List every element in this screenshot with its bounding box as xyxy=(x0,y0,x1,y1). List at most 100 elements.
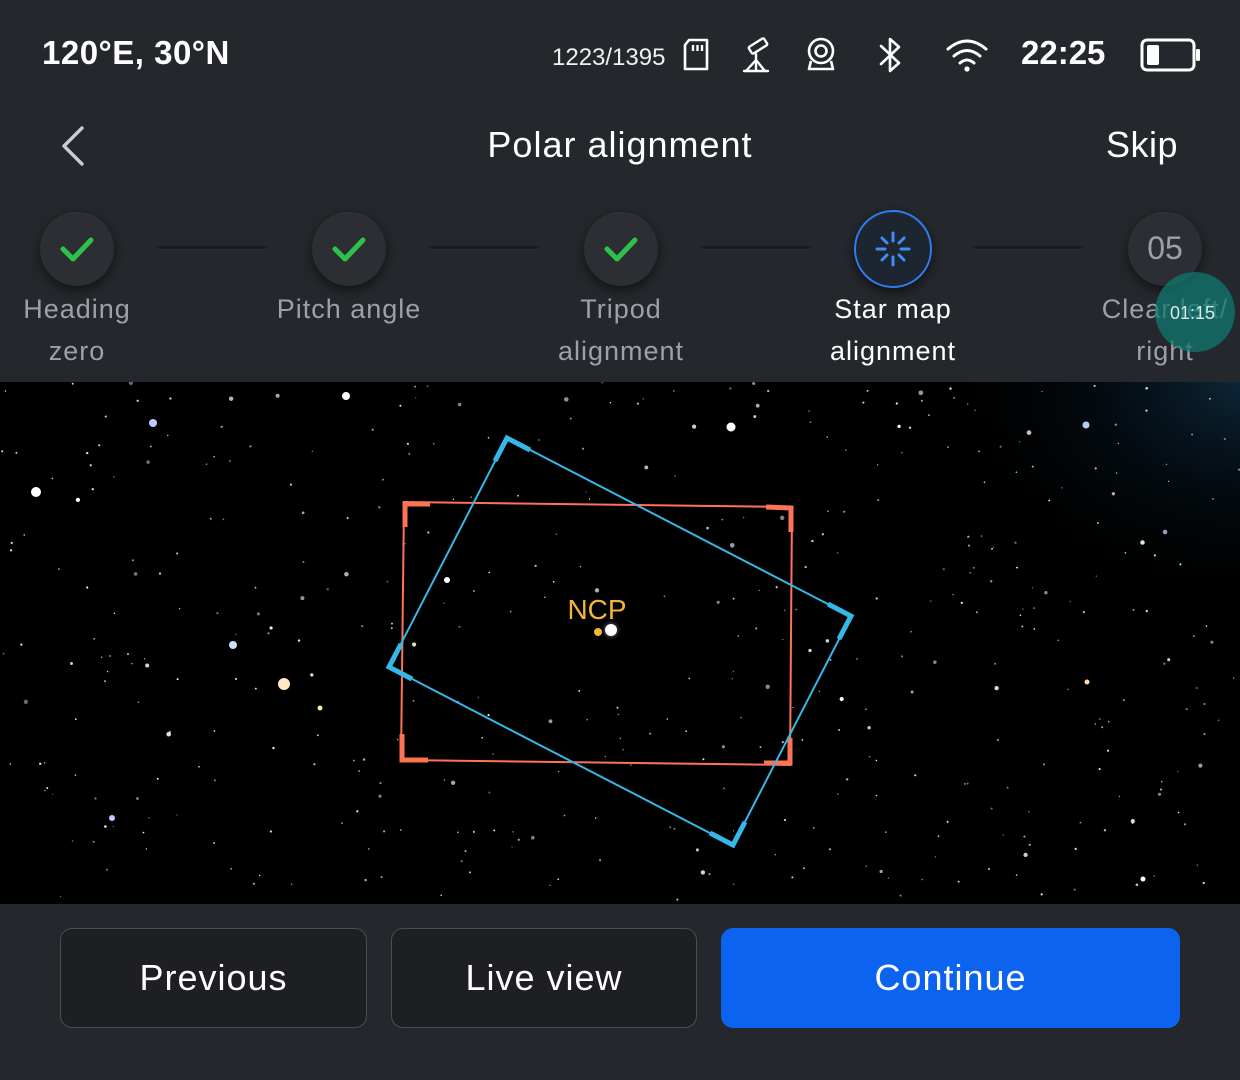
star xyxy=(988,868,990,870)
star xyxy=(51,477,54,480)
bright-star xyxy=(342,392,350,400)
star xyxy=(879,869,883,874)
star xyxy=(695,848,699,852)
star xyxy=(743,516,745,519)
star xyxy=(674,475,676,477)
star xyxy=(136,399,139,402)
star xyxy=(946,820,949,823)
star xyxy=(75,497,81,503)
star xyxy=(488,791,491,794)
star xyxy=(386,580,389,583)
star xyxy=(867,726,871,730)
star xyxy=(290,883,293,885)
star xyxy=(808,410,810,412)
star xyxy=(900,655,904,658)
star xyxy=(1191,433,1193,436)
star xyxy=(927,414,930,417)
star xyxy=(1,450,4,453)
star xyxy=(133,572,138,576)
star xyxy=(930,600,932,602)
star xyxy=(396,738,399,741)
star xyxy=(1209,397,1211,400)
star xyxy=(980,535,983,537)
star xyxy=(379,782,382,785)
star xyxy=(875,597,878,600)
star-map-view[interactable]: NCP xyxy=(0,382,1240,904)
previous-button[interactable]: Previous xyxy=(60,928,367,1028)
star xyxy=(93,637,96,640)
step-heading-zero[interactable]: Heading zero xyxy=(0,190,197,380)
star xyxy=(1198,763,1203,768)
star xyxy=(990,807,993,810)
bright-star xyxy=(149,419,157,427)
star xyxy=(249,445,252,448)
check-icon xyxy=(332,237,366,262)
star xyxy=(1073,888,1076,891)
star xyxy=(1014,541,1017,544)
star xyxy=(688,677,691,680)
star xyxy=(103,680,107,683)
step-pitch-angle[interactable]: Pitch angle xyxy=(229,190,469,380)
star xyxy=(999,445,1002,448)
star xyxy=(517,494,519,497)
star xyxy=(795,608,798,611)
star xyxy=(86,451,89,455)
star xyxy=(146,460,150,464)
bright-star xyxy=(317,705,323,711)
star xyxy=(517,838,520,841)
star xyxy=(818,690,820,692)
star xyxy=(104,415,107,418)
star xyxy=(344,571,349,577)
star xyxy=(176,678,179,681)
step-star-map-alignment[interactable]: Star map alignment xyxy=(773,190,1013,380)
star xyxy=(70,662,73,665)
star xyxy=(1205,625,1208,627)
star xyxy=(23,699,29,704)
star xyxy=(142,831,145,834)
page-title: Polar alignment xyxy=(487,124,753,165)
star xyxy=(921,878,924,881)
continue-button[interactable]: Continue xyxy=(721,928,1180,1028)
star xyxy=(472,589,476,593)
star xyxy=(1103,829,1107,832)
skip-button[interactable]: Skip xyxy=(1106,124,1178,166)
star xyxy=(1097,522,1099,524)
star xyxy=(1028,843,1031,846)
live-view-button[interactable]: Live view xyxy=(391,928,697,1028)
star xyxy=(302,561,305,563)
star xyxy=(58,568,60,570)
star xyxy=(443,779,446,781)
star xyxy=(1094,723,1097,725)
star xyxy=(775,586,778,589)
star xyxy=(821,533,825,536)
star xyxy=(826,436,828,438)
star xyxy=(673,827,676,830)
star xyxy=(1023,835,1026,838)
star xyxy=(269,626,273,630)
star xyxy=(198,765,200,768)
star xyxy=(2,652,5,655)
step-circle xyxy=(584,212,658,286)
star xyxy=(1185,708,1188,711)
star xyxy=(555,533,557,535)
star xyxy=(548,719,553,724)
star xyxy=(1218,719,1220,721)
star xyxy=(358,770,361,772)
star xyxy=(310,673,314,677)
star xyxy=(1232,677,1235,679)
star xyxy=(477,696,480,698)
star xyxy=(1122,699,1125,702)
stepper: Heading zero Pitch angle Tripod alignmen… xyxy=(0,190,1240,382)
step-tripod-alignment[interactable]: Tripod alignment xyxy=(501,190,741,380)
star xyxy=(887,877,890,879)
star xyxy=(167,434,169,437)
star xyxy=(106,868,108,871)
star xyxy=(9,763,12,765)
star xyxy=(1135,883,1139,887)
star xyxy=(1115,472,1118,474)
star xyxy=(98,444,101,447)
star xyxy=(1101,726,1104,729)
star xyxy=(753,415,757,419)
star xyxy=(230,867,233,870)
star xyxy=(918,390,924,396)
